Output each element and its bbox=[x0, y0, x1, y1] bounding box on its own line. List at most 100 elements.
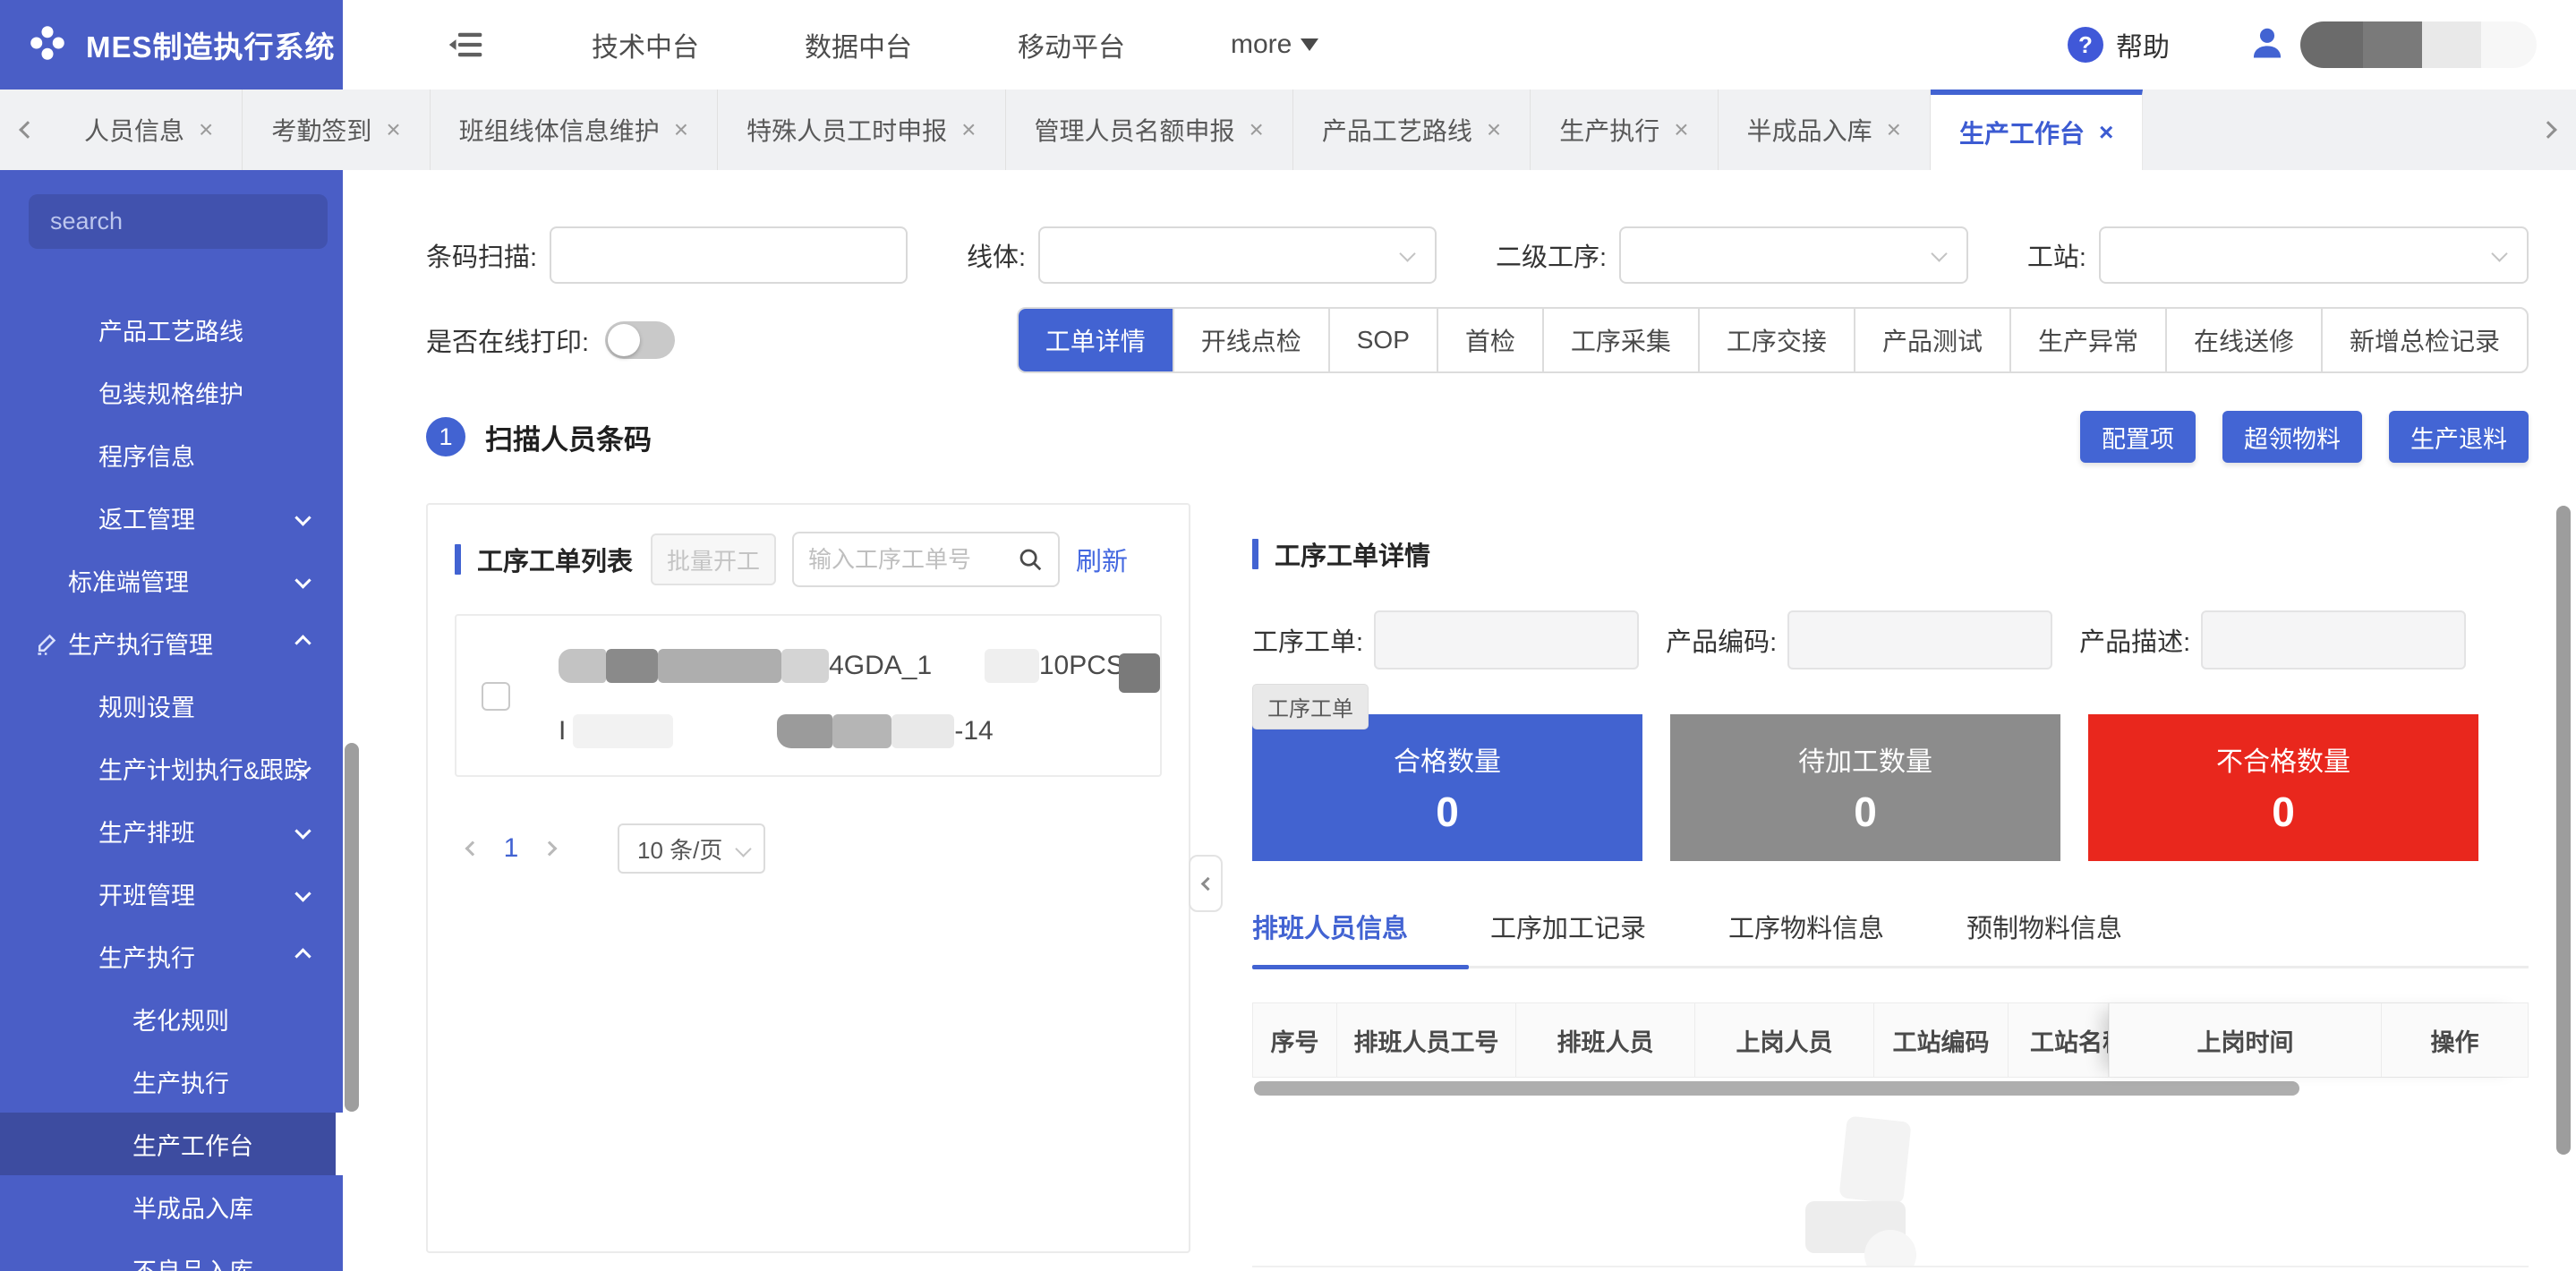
close-icon[interactable]: × bbox=[1887, 115, 1901, 144]
online-print-toggle[interactable] bbox=[605, 321, 675, 359]
collapse-panel-handle[interactable] bbox=[1189, 855, 1223, 912]
tabs-scroll-right[interactable] bbox=[2521, 90, 2576, 170]
col-index: 序号 bbox=[1252, 1003, 1337, 1077]
order-checkbox[interactable] bbox=[482, 682, 510, 711]
sidebar-item-shift-mgmt[interactable]: 开班管理 bbox=[0, 862, 343, 925]
pending-qty-value: 0 bbox=[1670, 788, 2060, 836]
view-tab-workorder-detail[interactable]: 工单详情 bbox=[1019, 309, 1173, 371]
sidebar-item-production-workbench[interactable]: 生产工作台 bbox=[0, 1113, 343, 1175]
close-icon[interactable]: × bbox=[1250, 115, 1264, 144]
process-workorder-detail-panel: 工序工单详情 工序工单: 产品编码: 产品描述: bbox=[1252, 503, 2529, 1267]
col-shift-employee-no: 排班人员工号 bbox=[1337, 1003, 1516, 1077]
view-tab-line-open-check[interactable]: 开线点检 bbox=[1173, 309, 1328, 371]
tab-production-exec[interactable]: 生产执行× bbox=[1531, 90, 1718, 170]
next-page-button[interactable] bbox=[532, 831, 567, 866]
prev-page-button[interactable] bbox=[455, 831, 490, 866]
sidebar-item-rule-setting[interactable]: 规则设置 bbox=[0, 674, 343, 737]
workorder-tag: 工序工单 bbox=[1252, 684, 1369, 729]
extra-material-button[interactable]: 超领物料 bbox=[2222, 411, 2362, 463]
view-tab-new-final-inspection[interactable]: 新增总检记录 bbox=[2321, 309, 2527, 371]
secondary-process-select[interactable] bbox=[1619, 226, 1968, 284]
workorder-list-item[interactable]: 4GDA_1 10PCS I bbox=[455, 614, 1162, 777]
detail-tab-process-materials[interactable]: 工序物料信息 bbox=[1728, 908, 1884, 945]
menu-fold-icon[interactable] bbox=[448, 29, 486, 61]
table-horizontal-scrollbar-track bbox=[1252, 1081, 2529, 1096]
sidebar-item-program-info[interactable]: 程序信息 bbox=[0, 423, 343, 486]
detail-tab-prefab-materials[interactable]: 预制物料信息 bbox=[1966, 908, 2122, 945]
close-icon[interactable]: × bbox=[674, 115, 688, 144]
sidebar-search-input[interactable] bbox=[29, 194, 328, 249]
line-select[interactable] bbox=[1038, 226, 1437, 284]
tab-production-workbench[interactable]: 生产工作台× bbox=[1931, 90, 2143, 170]
product-code-field: 产品编码: bbox=[1666, 610, 2052, 670]
close-icon[interactable]: × bbox=[961, 115, 976, 144]
sidebar-item-packaging-spec[interactable]: 包装规格维护 bbox=[0, 361, 343, 423]
tab-team-line-maintain[interactable]: 班组线体信息维护× bbox=[431, 90, 718, 170]
secondary-process-label: 二级工序: bbox=[1496, 236, 1607, 274]
vertical-scrollbar[interactable] bbox=[2556, 506, 2571, 1155]
station-select[interactable] bbox=[2099, 226, 2529, 284]
nav-data-platform[interactable]: 数据中台 bbox=[805, 25, 912, 64]
active-item-marker bbox=[336, 1113, 343, 1175]
user-menu[interactable] bbox=[2248, 21, 2537, 68]
view-tab-product-test[interactable]: 产品测试 bbox=[1854, 309, 2009, 371]
sidebar-scrollbar[interactable] bbox=[345, 743, 359, 1112]
redaction-blob bbox=[1864, 1230, 1916, 1267]
tab-semi-finished-inbound[interactable]: 半成品入库× bbox=[1719, 90, 1931, 170]
edit-icon bbox=[34, 629, 61, 662]
sidebar-item-semi-finished-inbound[interactable]: 半成品入库 bbox=[0, 1175, 343, 1238]
detail-panel-title: 工序工单详情 bbox=[1275, 535, 1430, 573]
barcode-scan-input[interactable] bbox=[550, 226, 908, 284]
username-redacted bbox=[2300, 21, 2537, 68]
nav-tech-platform[interactable]: 技术中台 bbox=[592, 25, 699, 64]
chevron-down-icon bbox=[1931, 245, 1947, 261]
view-tab-sop[interactable]: SOP bbox=[1328, 309, 1437, 371]
tab-personnel-info[interactable]: 人员信息× bbox=[55, 90, 243, 170]
close-icon[interactable]: × bbox=[1674, 115, 1688, 144]
detail-tab-shift-personnel[interactable]: 排班人员信息 bbox=[1252, 908, 1408, 945]
view-tab-online-repair[interactable]: 在线送修 bbox=[2165, 309, 2321, 371]
sidebar-item-aging-rules[interactable]: 老化规则 bbox=[0, 987, 343, 1050]
sidebar-item-production-exec-mgmt[interactable]: 生产执行管理 bbox=[0, 611, 343, 674]
redaction-blob bbox=[777, 714, 832, 748]
batch-start-button[interactable]: 批量开工 bbox=[651, 533, 776, 585]
sidebar-item-production-exec-group[interactable]: 生产执行 bbox=[0, 925, 343, 987]
page-size-select[interactable]: 10 条/页 bbox=[618, 823, 765, 874]
close-icon[interactable]: × bbox=[386, 115, 400, 144]
nav-more-dropdown[interactable]: more bbox=[1231, 30, 1318, 60]
view-tab-process-collection[interactable]: 工序采集 bbox=[1542, 309, 1698, 371]
sidebar-item-product-process-route[interactable]: 产品工艺路线 bbox=[0, 298, 343, 361]
refresh-link[interactable]: 刷新 bbox=[1076, 541, 1128, 578]
tab-attendance-signin[interactable]: 考勤签到× bbox=[243, 90, 430, 170]
workorder-search-box[interactable] bbox=[792, 532, 1060, 587]
tab-special-hours-declare[interactable]: 特殊人员工时申报× bbox=[718, 90, 1005, 170]
production-return-button[interactable]: 生产退料 bbox=[2389, 411, 2529, 463]
nav-mobile-platform[interactable]: 移动平台 bbox=[1018, 25, 1125, 64]
sidebar-item-rework-mgmt[interactable]: 返工管理 bbox=[0, 486, 343, 549]
help-icon[interactable]: ? bbox=[2068, 27, 2103, 63]
sidebar-item-production-scheduling[interactable]: 生产排班 bbox=[0, 799, 343, 862]
product-desc-label: 产品描述: bbox=[2079, 621, 2190, 659]
workorder-search-input[interactable] bbox=[808, 546, 987, 574]
detail-tab-process-records[interactable]: 工序加工记录 bbox=[1490, 908, 1646, 945]
page-number[interactable]: 1 bbox=[490, 833, 532, 864]
horizontal-scrollbar[interactable] bbox=[1254, 1081, 2299, 1096]
tab-manager-quota-declare[interactable]: 管理人员名额申报× bbox=[1006, 90, 1293, 170]
sidebar-item-defective-inbound[interactable]: 不良品入库 bbox=[0, 1238, 343, 1271]
view-tab-first-inspection[interactable]: 首检 bbox=[1437, 309, 1542, 371]
chevron-up-icon bbox=[294, 948, 311, 964]
sidebar-item-standard-terminal-mgmt[interactable]: 标准端管理 bbox=[0, 549, 343, 611]
step-label: 扫描人员条码 bbox=[485, 417, 652, 457]
help-label[interactable]: 帮助 bbox=[2116, 25, 2170, 64]
barcode-scan-field: 条码扫描: bbox=[426, 226, 908, 284]
tab-product-process-route[interactable]: 产品工艺路线× bbox=[1293, 90, 1531, 170]
close-icon[interactable]: × bbox=[2099, 118, 2113, 147]
view-tab-production-abnormal[interactable]: 生产异常 bbox=[2009, 309, 2165, 371]
sidebar-item-plan-exec-tracking[interactable]: 生产计划执行&跟踪 bbox=[0, 737, 343, 799]
view-tab-process-handover[interactable]: 工序交接 bbox=[1698, 309, 1854, 371]
config-items-button[interactable]: 配置项 bbox=[2080, 411, 2196, 463]
sidebar-item-production-exec-page[interactable]: 生产执行 bbox=[0, 1050, 343, 1113]
tabs-scroll-left[interactable] bbox=[0, 90, 55, 170]
close-icon[interactable]: × bbox=[199, 115, 213, 144]
close-icon[interactable]: × bbox=[1487, 115, 1501, 144]
